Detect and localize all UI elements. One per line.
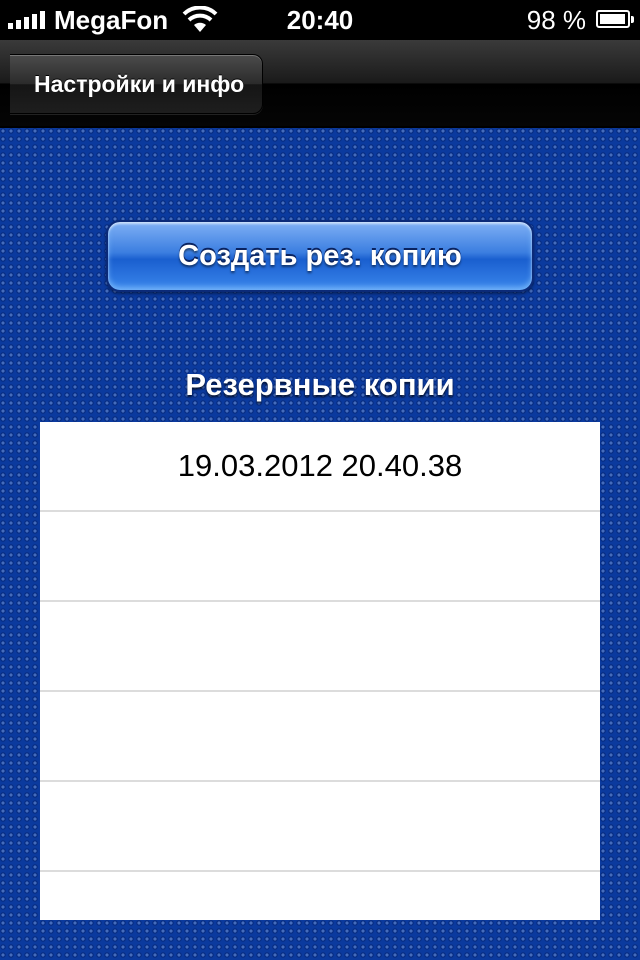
backup-list: 19.03.2012 20.40.38 [40,422,600,920]
backup-list-item[interactable] [40,692,600,782]
battery-level [600,14,625,24]
back-button[interactable]: Настройки и инфо [10,54,264,114]
status-bar: MegaFon 20:40 98 % [0,0,640,40]
back-button-label: Настройки и инфо [34,71,245,97]
backup-list-item[interactable] [40,512,600,602]
screen: MegaFon 20:40 98 % Настройки и инфо Созд… [0,0,640,960]
backup-list-item[interactable] [40,782,600,872]
backup-list-item[interactable] [40,602,600,692]
create-backup-button[interactable]: Создать рез. копию [106,220,534,292]
backups-section-title: Резервные копии [185,367,455,402]
navigation-bar: Настройки и инфо [0,40,640,128]
battery-percent: 98 % [526,5,586,35]
backup-list-item[interactable] [40,872,600,920]
backup-list-item[interactable]: 19.03.2012 20.40.38 [40,422,600,512]
battery-icon [596,10,634,28]
